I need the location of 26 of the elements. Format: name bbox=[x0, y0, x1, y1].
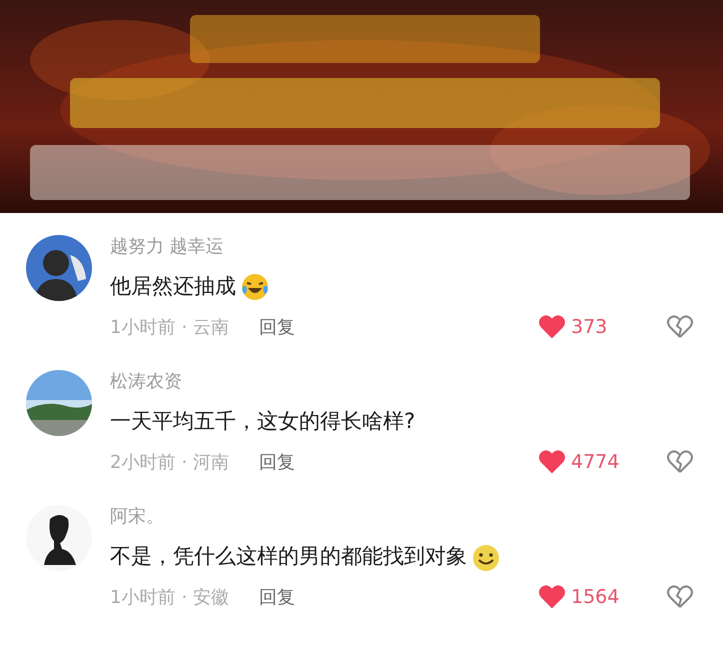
broken-heart-icon[interactable] bbox=[667, 315, 693, 340]
like-count: 4774 bbox=[571, 450, 620, 475]
separator-dot: · bbox=[181, 450, 188, 475]
reply-button[interactable]: 回复 bbox=[259, 448, 296, 476]
separator-dot: · bbox=[181, 316, 188, 340]
comment-text: 一天平均五千，这女的得长啥样? bbox=[110, 408, 416, 436]
comment-text: 他居然还抽成 bbox=[110, 273, 236, 300]
comment-location: 河南 bbox=[193, 450, 230, 475]
like-count: 373 bbox=[571, 315, 608, 340]
separator-dot: · bbox=[181, 586, 188, 610]
comment-time: 2小时前 bbox=[110, 450, 176, 475]
comment-location: 云南 bbox=[193, 316, 230, 340]
heart-icon[interactable] bbox=[539, 585, 565, 610]
heart-icon[interactable] bbox=[539, 315, 565, 340]
comment-time: 1小时前 bbox=[110, 316, 176, 340]
heart-icon[interactable] bbox=[539, 450, 565, 474]
smiling-face-icon bbox=[471, 542, 501, 572]
broken-heart-icon[interactable] bbox=[667, 450, 693, 474]
like-count: 1564 bbox=[571, 585, 620, 610]
reply-button[interactable]: 回复 bbox=[259, 314, 296, 341]
laughing-face-icon bbox=[240, 272, 270, 302]
comment-location: 安徽 bbox=[193, 586, 230, 610]
broken-heart-icon[interactable] bbox=[667, 585, 693, 610]
comment-time: 1小时前 bbox=[110, 586, 176, 610]
comment-text: 不是，凭什么这样的男的都能找到对象 bbox=[110, 543, 467, 570]
reply-button[interactable]: 回复 bbox=[259, 584, 296, 611]
